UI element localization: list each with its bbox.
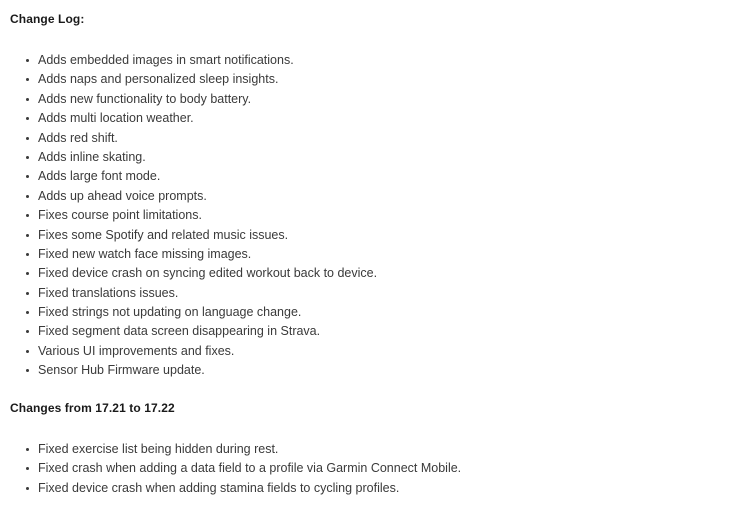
list-item: Adds large font mode.: [0, 167, 377, 186]
bullet-icon: [26, 284, 30, 303]
list-item-label: Adds inline skating.: [38, 149, 146, 164]
bullet-icon: [26, 129, 30, 148]
list-item-label: Fixed segment data screen disappearing i…: [38, 324, 321, 339]
bullet-icon: [26, 440, 30, 459]
list-item-label: Adds naps and personalized sleep insight…: [38, 72, 279, 87]
list-item-label: Fixed translations issues.: [38, 285, 179, 300]
bullet-icon: [26, 226, 30, 245]
list-item-label: Sensor Hub Firmware update.: [38, 363, 205, 378]
list-item: Fixes course point limitations.: [0, 206, 377, 225]
list-item: Various UI improvements and fixes.: [0, 342, 377, 361]
bullet-icon: [26, 245, 30, 264]
list-item: Adds multi location weather.: [0, 109, 377, 128]
list-item-label: Adds large font mode.: [38, 169, 161, 184]
list-item-label: Adds red shift.: [38, 130, 118, 145]
bullet-icon: [26, 90, 30, 109]
section-heading-changes-range: Changes from 17.21 to 17.22: [10, 401, 175, 415]
list-item: Fixed translations issues.: [0, 284, 377, 303]
list-item: Fixed exercise list being hidden during …: [0, 440, 461, 459]
bullet-icon: [26, 167, 30, 186]
list-item: Adds up ahead voice prompts.: [0, 187, 377, 206]
list-item: Adds red shift.: [0, 129, 377, 148]
list-item-label: Fixed device crash when adding stamina f…: [38, 480, 400, 495]
bullet-icon: [26, 459, 30, 478]
bullet-icon: [26, 479, 30, 498]
list-item: Adds inline skating.: [0, 148, 377, 167]
list-item: Fixed device crash when adding stamina f…: [0, 479, 461, 498]
list-item-label: Adds up ahead voice prompts.: [38, 188, 207, 203]
bullet-icon: [26, 187, 30, 206]
list-item: Sensor Hub Firmware update.: [0, 361, 377, 380]
list-item: Fixed new watch face missing images.: [0, 245, 377, 264]
list-item-label: Fixed crash when adding a data field to …: [38, 461, 462, 476]
changelog-document: Change Log: Adds embedded images in smar…: [0, 0, 738, 510]
bullet-icon: [26, 109, 30, 128]
change-log-list: Adds embedded images in smart notificati…: [0, 51, 377, 381]
bullet-icon: [26, 342, 30, 361]
section-heading-change-log: Change Log:: [10, 12, 85, 26]
bullet-icon: [26, 51, 30, 70]
list-item: Fixes some Spotify and related music iss…: [0, 226, 377, 245]
list-item-label: Adds new functionality to body battery.: [38, 91, 252, 106]
bullet-icon: [26, 70, 30, 89]
list-item-label: Fixed strings not updating on language c…: [38, 305, 302, 320]
list-item: Fixed segment data screen disappearing i…: [0, 322, 377, 341]
bullet-icon: [26, 361, 30, 380]
list-item-label: Adds multi location weather.: [38, 111, 194, 126]
changes-range-list: Fixed exercise list being hidden during …: [0, 440, 461, 498]
list-item-label: Fixed device crash on syncing edited wor…: [38, 266, 378, 281]
bullet-icon: [26, 303, 30, 322]
bullet-icon: [26, 322, 30, 341]
list-item: Fixed strings not updating on language c…: [0, 303, 377, 322]
list-item-label: Fixes course point limitations.: [38, 208, 202, 223]
bullet-icon: [26, 264, 30, 283]
list-item-label: Various UI improvements and fixes.: [38, 343, 235, 358]
list-item-label: Fixed exercise list being hidden during …: [38, 442, 279, 456]
list-item: Adds embedded images in smart notificati…: [0, 51, 377, 70]
list-item: Adds naps and personalized sleep insight…: [0, 70, 377, 89]
list-item-label: Fixed new watch face missing images.: [38, 246, 252, 261]
list-item: Fixed device crash on syncing edited wor…: [0, 264, 377, 283]
bullet-icon: [26, 148, 30, 167]
list-item-label: Adds embedded images in smart notificati…: [38, 53, 294, 67]
list-item-label: Fixes some Spotify and related music iss…: [38, 227, 289, 242]
list-item: Adds new functionality to body battery.: [0, 90, 377, 109]
list-item: Fixed crash when adding a data field to …: [0, 459, 461, 478]
bullet-icon: [26, 206, 30, 225]
